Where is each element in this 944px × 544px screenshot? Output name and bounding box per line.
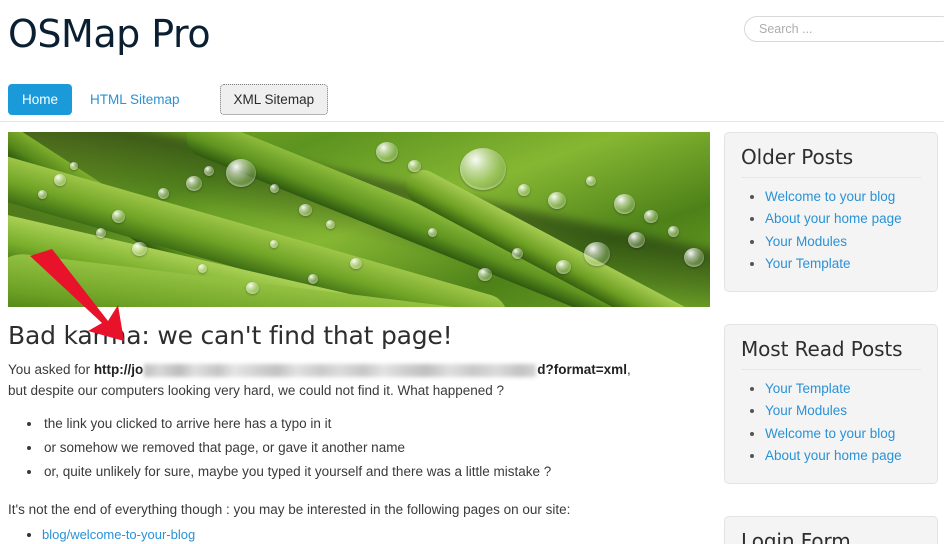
search-input[interactable]: [744, 16, 944, 42]
module-title: Login Form: [741, 529, 921, 544]
list-item: the link you clicked to arrive here has …: [42, 412, 710, 436]
list-item: Your Template: [765, 378, 921, 400]
module-most-read-posts: Most Read Posts Your Template Your Modul…: [724, 324, 938, 485]
most-read-link-2[interactable]: Your Modules: [765, 403, 847, 418]
suggested-links-list: blog/welcome-to-your-blog: [8, 523, 710, 544]
module-older-posts: Older Posts Welcome to your blog About y…: [724, 132, 938, 293]
module-login-form: Login Form: [724, 516, 938, 544]
list-item: or somehow we removed that page, or gave…: [42, 436, 710, 460]
error-reason-list: the link you clicked to arrive here has …: [8, 412, 710, 484]
page-title: OSMap Pro: [8, 12, 211, 56]
page-root: OSMap Pro Home HTML Sitemap XML Sitemap: [0, 0, 944, 544]
list-item: blog/welcome-to-your-blog: [42, 523, 710, 544]
error-heading: Bad karma: we can't find that page!: [8, 321, 453, 350]
most-read-link-4[interactable]: About your home page: [765, 448, 902, 463]
older-posts-link-1[interactable]: Welcome to your blog: [765, 189, 895, 204]
list-item: About your home page: [765, 445, 921, 467]
url-suffix: ,: [626, 362, 631, 377]
despite-line: but despite our computers looking very h…: [8, 382, 505, 398]
list-item: Welcome to your blog: [765, 423, 921, 445]
search-box: [744, 16, 944, 42]
most-read-link-3[interactable]: Welcome to your blog: [765, 426, 895, 441]
suggested-link-blog[interactable]: blog/welcome-to-your-blog: [42, 527, 195, 542]
module-link-list: Your Template Your Modules Welcome to yo…: [741, 378, 921, 467]
older-posts-link-3[interactable]: Your Modules: [765, 234, 847, 249]
url-visible-start: http://jo: [93, 362, 144, 377]
nav-item-home[interactable]: Home: [8, 83, 73, 116]
sidebar: Older Posts Welcome to your blog About y…: [710, 122, 938, 544]
main-navigation: Home HTML Sitemap XML Sitemap: [0, 78, 944, 122]
closing-text: It's not the end of everything though : …: [8, 501, 571, 517]
main-content: Bad karma: we can't find that page! You …: [8, 122, 710, 544]
module-title: Most Read Posts: [741, 337, 921, 371]
asked-prefix: You asked for: [8, 362, 94, 377]
module-link-list: Welcome to your blog About your home pag…: [741, 186, 921, 275]
list-item: Your Template: [765, 253, 921, 275]
url-visible-end: d?format=xml: [537, 362, 627, 377]
list-item: About your home page: [765, 208, 921, 230]
list-item: or, quite unlikely for sure, maybe you t…: [42, 460, 710, 484]
most-read-link-1[interactable]: Your Template: [765, 381, 851, 396]
list-item: Your Modules: [765, 231, 921, 253]
hero-image: [8, 132, 710, 307]
body-layout: Bad karma: we can't find that page! You …: [0, 122, 944, 544]
nav-item-html-sitemap[interactable]: HTML Sitemap: [76, 84, 194, 116]
module-title: Older Posts: [741, 145, 921, 178]
site-header: OSMap Pro: [0, 0, 944, 78]
list-item: Your Modules: [765, 400, 921, 422]
list-item: Welcome to your blog: [765, 186, 921, 208]
older-posts-link-2[interactable]: About your home page: [765, 211, 902, 226]
requested-url-line: You asked for http://jo d?format=xml,: [8, 360, 710, 381]
leaf-photo: [8, 132, 710, 307]
older-posts-link-4[interactable]: Your Template: [765, 256, 851, 271]
nav-item-xml-sitemap[interactable]: XML Sitemap: [219, 83, 329, 116]
url-redacted-blur: [144, 363, 537, 377]
